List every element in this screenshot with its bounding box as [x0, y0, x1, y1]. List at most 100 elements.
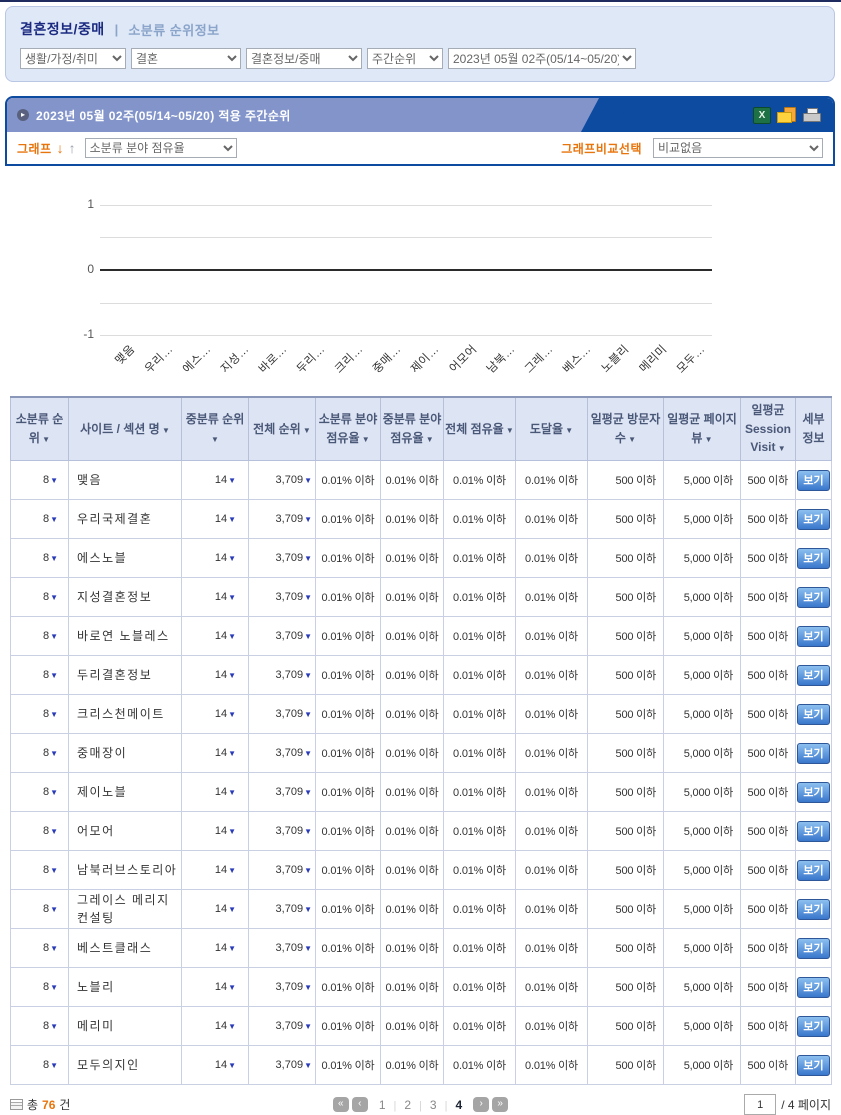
view-detail-button[interactable]: 보기 — [797, 899, 829, 920]
midcategory-share: 0.01% 이하 — [381, 695, 444, 734]
sort-icon[interactable]: ▼ — [504, 426, 514, 435]
ranking-table: 소분류 순위 ▼사이트 / 섹션 명 ▼중분류 순위 ▼전체 순위 ▼소분류 분… — [10, 396, 832, 1085]
filter-mid-category-select[interactable]: 결혼 — [131, 48, 241, 69]
page-number[interactable]: 2 — [404, 1098, 411, 1112]
sort-icon[interactable]: ▼ — [775, 444, 785, 453]
view-detail-button[interactable]: 보기 — [797, 938, 829, 959]
print-icon[interactable] — [803, 108, 821, 123]
column-header[interactable]: 사이트 / 섹션 명 ▼ — [69, 397, 182, 461]
page-jump-area: / 4 페이지 — [651, 1094, 831, 1115]
sort-icon[interactable]: ▼ — [359, 435, 369, 444]
filter-week-select[interactable]: 2023년 05월 02주(05/14~05/20) — [448, 48, 636, 69]
filter-period-type-select[interactable]: 주간순위 — [367, 48, 443, 69]
filter-life-category-select[interactable]: 생활/가정/취미 — [20, 48, 126, 69]
subcategory-share: 0.01% 이하 — [316, 500, 381, 539]
rank-change-icon: ▼ — [304, 827, 312, 836]
graph-metric-select[interactable]: 소분류 분야 점유율 — [85, 138, 237, 158]
excel-export-icon[interactable]: X — [753, 107, 771, 124]
table-row: 8▼ 중매장이 14▼ 3,709▼ 0.01% 이하 0.01% 이하 0.0… — [11, 734, 832, 773]
table-row: 8▼ 어모어 14▼ 3,709▼ 0.01% 이하 0.01% 이하 0.01… — [11, 812, 832, 851]
daily-visitors: 500 이하 — [588, 929, 664, 968]
rank-change-icon: ▼ — [304, 710, 312, 719]
subcategory-share: 0.01% 이하 — [316, 695, 381, 734]
subcategory-share: 0.01% 이하 — [316, 1046, 381, 1085]
view-detail-button[interactable]: 보기 — [797, 665, 829, 686]
view-detail-button[interactable]: 보기 — [797, 704, 829, 725]
midcategory-share: 0.01% 이하 — [381, 734, 444, 773]
column-header[interactable]: 일평균 Session Visit ▼ — [741, 397, 796, 461]
rank-change-icon: ▼ — [228, 866, 236, 875]
page-number[interactable]: 4 — [455, 1098, 462, 1112]
view-detail-button[interactable]: 보기 — [797, 782, 829, 803]
sort-icon[interactable]: ▼ — [626, 435, 636, 444]
rank-change-icon: ▼ — [304, 788, 312, 797]
midcategory-share: 0.01% 이하 — [381, 617, 444, 656]
column-header[interactable]: 소분류 순위 ▼ — [11, 397, 69, 461]
graph-compare-label: 그래프비교선택 — [561, 140, 642, 157]
daily-visitors: 500 이하 — [588, 851, 664, 890]
column-header[interactable]: 일평균 페이지 뷰 ▼ — [664, 397, 741, 461]
total-rank: 3,709 — [276, 825, 304, 837]
page-number[interactable]: 1 — [379, 1098, 386, 1112]
view-detail-button[interactable]: 보기 — [797, 509, 829, 530]
total-rank: 3,709 — [276, 942, 304, 954]
daily-pageviews: 5,000 이하 — [664, 1007, 741, 1046]
view-detail-button[interactable]: 보기 — [797, 977, 829, 998]
total-share: 0.01% 이하 — [444, 656, 516, 695]
page-input[interactable] — [744, 1094, 776, 1115]
total-share: 0.01% 이하 — [444, 890, 516, 929]
view-detail-button[interactable]: 보기 — [797, 548, 829, 569]
graph-compare-select[interactable]: 비교없음 — [653, 138, 823, 158]
column-label: 도달율 — [530, 422, 563, 436]
midcategory-share: 0.01% 이하 — [381, 851, 444, 890]
page-number[interactable]: 3 — [430, 1098, 437, 1112]
view-detail-button[interactable]: 보기 — [797, 587, 829, 608]
sort-icon[interactable]: ▼ — [301, 426, 311, 435]
daily-visitors: 500 이하 — [588, 539, 664, 578]
sort-icon[interactable]: ▼ — [40, 435, 50, 444]
page-total-label: / 4 페이지 — [781, 1096, 831, 1113]
rank-change-icon: ▼ — [228, 671, 236, 680]
view-detail-button[interactable]: 보기 — [797, 860, 829, 881]
page-title: 결혼정보/중매 — [20, 19, 105, 39]
subtitle-link[interactable]: 소분류 순위정보 — [128, 20, 219, 39]
table-row: 8▼ 지성결혼정보 14▼ 3,709▼ 0.01% 이하 0.01% 이하 0… — [11, 578, 832, 617]
view-detail-button[interactable]: 보기 — [797, 626, 829, 647]
rank-change-icon: ▼ — [304, 632, 312, 641]
daily-visitors: 500 이하 — [588, 695, 664, 734]
daily-pageviews: 5,000 이하 — [664, 578, 741, 617]
y-tick-label: 0 — [58, 262, 94, 276]
view-detail-button[interactable]: 보기 — [797, 743, 829, 764]
table-row: 8▼ 두리결혼정보 14▼ 3,709▼ 0.01% 이하 0.01% 이하 0… — [11, 656, 832, 695]
view-detail-button[interactable]: 보기 — [797, 470, 829, 491]
sort-icon[interactable]: ▼ — [423, 435, 433, 444]
column-header[interactable]: 세부 정보 — [796, 397, 832, 461]
sort-icon[interactable]: ▼ — [702, 435, 712, 444]
reach-rate: 0.01% 이하 — [516, 929, 588, 968]
filter-sub-category-select[interactable]: 결혼정보/중매 — [246, 48, 362, 69]
mail-icon[interactable] — [777, 107, 797, 123]
sort-descending-icon[interactable]: ↓ — [57, 140, 64, 156]
site-name: 맺음 — [69, 461, 182, 500]
subcategory-share: 0.01% 이하 — [316, 539, 381, 578]
view-detail-button[interactable]: 보기 — [797, 821, 829, 842]
table-row: 8▼ 크리스천메이트 14▼ 3,709▼ 0.01% 이하 0.01% 이하 … — [11, 695, 832, 734]
view-detail-button[interactable]: 보기 — [797, 1016, 829, 1037]
site-name: 모두의지인 — [69, 1046, 182, 1085]
rank-change-icon: ▼ — [50, 866, 58, 875]
sort-ascending-icon[interactable]: ↑ — [69, 140, 76, 156]
breadcrumb: 결혼정보/중매 | 소분류 순위정보 — [20, 19, 820, 39]
midcategory-share: 0.01% 이하 — [381, 578, 444, 617]
panel-title-area: ▸ 2023년 05월 02주(05/14~05/20) 적용 주간순위 — [7, 98, 606, 132]
sort-icon[interactable]: ▼ — [211, 435, 219, 444]
sort-icon[interactable]: ▼ — [563, 426, 573, 435]
total-share: 0.01% 이하 — [444, 461, 516, 500]
sort-icon[interactable]: ▼ — [160, 426, 170, 435]
view-detail-button[interactable]: 보기 — [797, 1055, 829, 1076]
panel-toolbar: X — [606, 98, 833, 132]
total-share: 0.01% 이하 — [444, 1046, 516, 1085]
rank-change-icon: ▼ — [228, 632, 236, 641]
rank-change-icon: ▼ — [50, 944, 58, 953]
filter-panel: 결혼정보/중매 | 소분류 순위정보 생활/가정/취미 결혼 결혼정보/중매 주… — [5, 6, 835, 82]
graph-label: 그래프 — [17, 140, 52, 157]
